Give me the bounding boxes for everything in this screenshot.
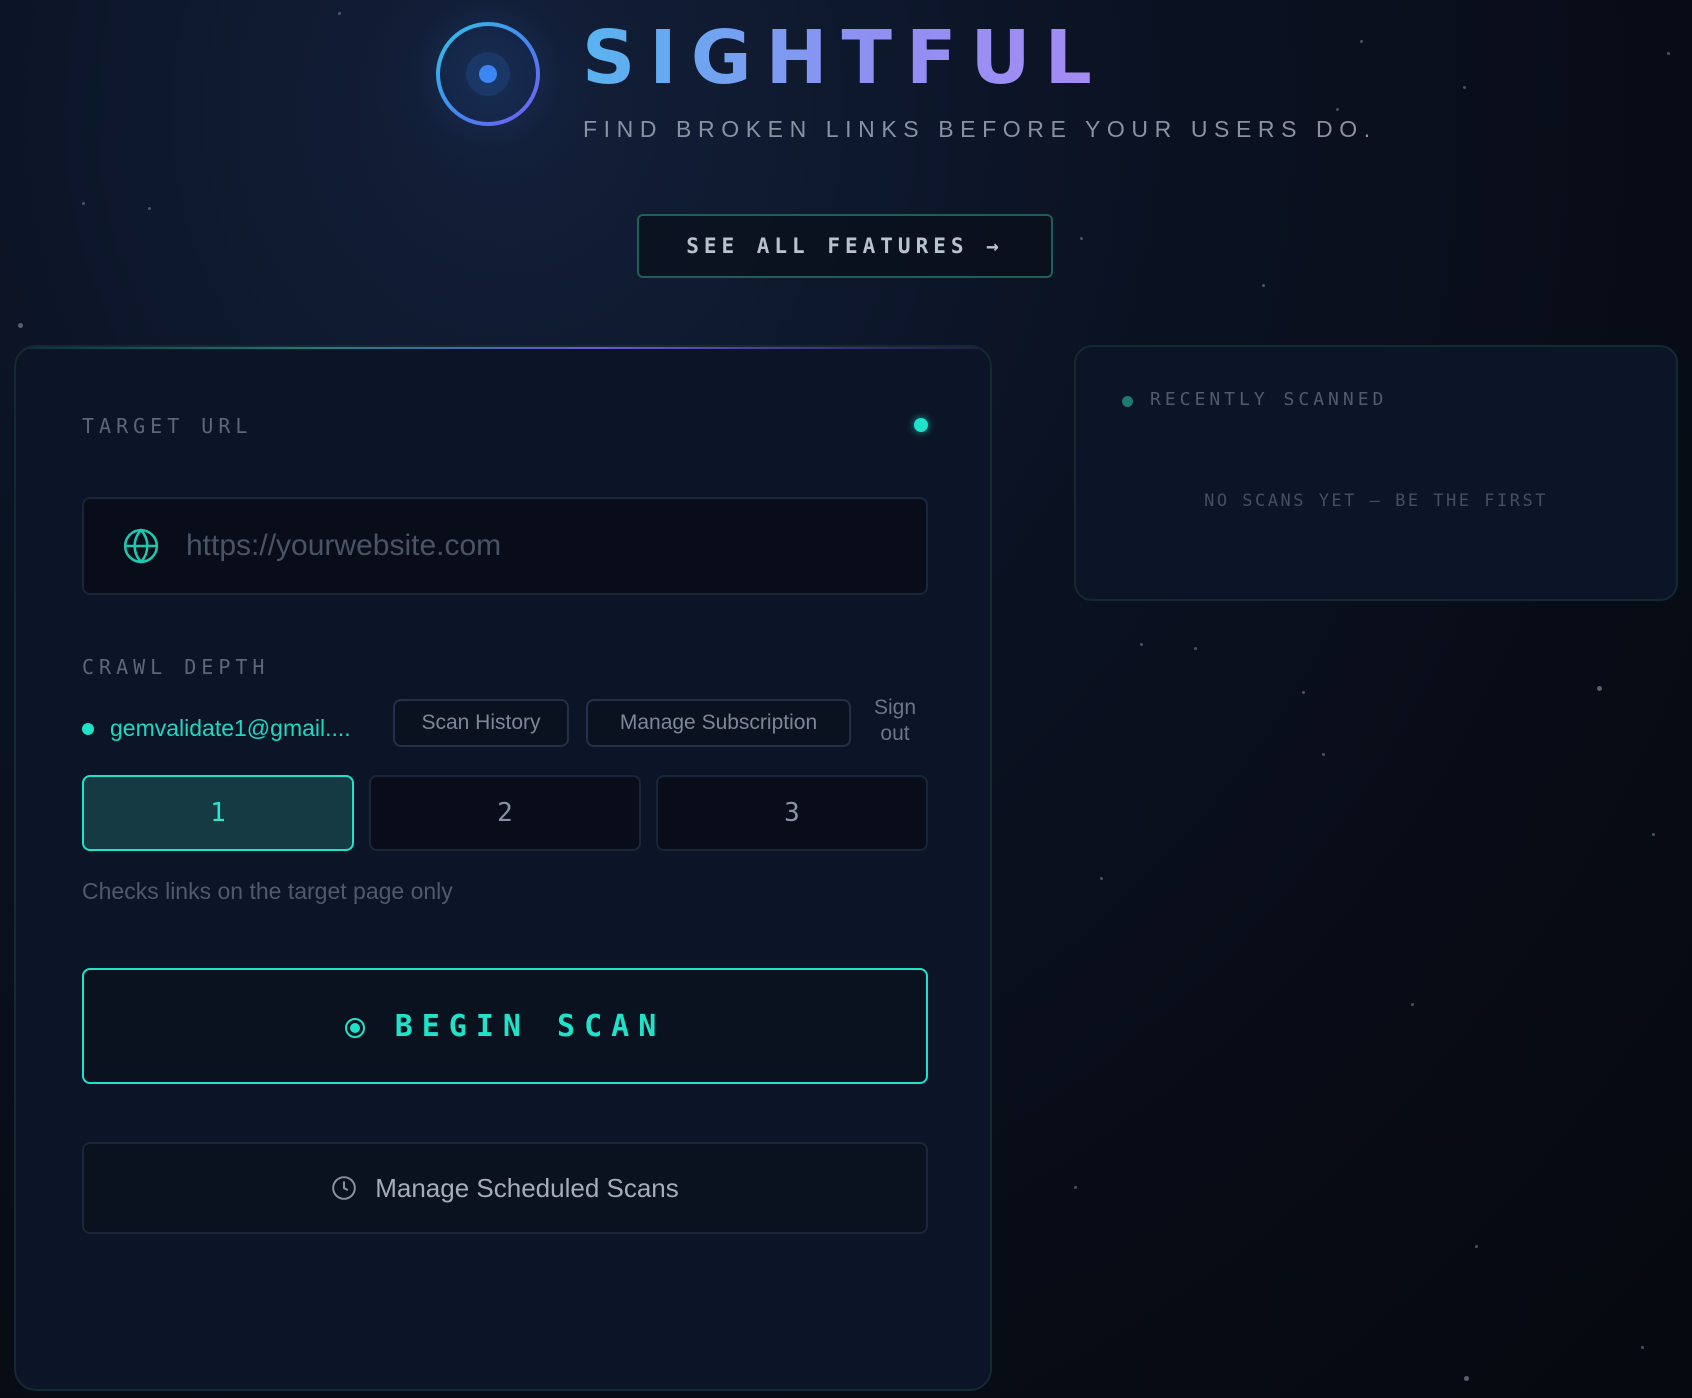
- manage-scheduled-scans-label: Manage Scheduled Scans: [375, 1172, 679, 1203]
- target-url-label: TARGET URL: [82, 414, 253, 438]
- depth-option-2[interactable]: 2: [369, 775, 641, 851]
- url-input-wrapper[interactable]: [82, 497, 928, 595]
- begin-scan-button[interactable]: BEGIN SCAN: [82, 968, 928, 1084]
- app-title: SIGHTFUL: [582, 8, 1106, 108]
- manage-scheduled-scans-button[interactable]: Manage Scheduled Scans: [82, 1142, 928, 1234]
- depth-hint: Checks links on the target page only: [82, 878, 453, 904]
- begin-scan-label: BEGIN SCAN: [394, 1008, 666, 1044]
- globe-icon: [123, 528, 159, 564]
- target-dot-icon: [344, 1018, 365, 1038]
- see-all-features-button[interactable]: SEE ALL FEATURES →: [637, 214, 1053, 278]
- scan-history-button[interactable]: Scan History: [393, 699, 569, 747]
- recent-empty-state: NO SCANS YET — BE THE FIRST: [1204, 491, 1548, 511]
- user-online-indicator: [82, 723, 94, 735]
- recently-scanned-panel: RECENTLY SCANNED NO SCANS YET — BE THE F…: [1074, 345, 1678, 601]
- depth-option-1[interactable]: 1: [82, 775, 354, 851]
- crosshair-icon: [436, 22, 540, 126]
- logo: [370, 0, 606, 192]
- depth-option-3[interactable]: 3: [656, 775, 928, 851]
- user-email: gemvalidate1@gmail....: [110, 715, 351, 741]
- crawl-depth-selector: 1 2 3: [82, 775, 928, 851]
- recently-scanned-title: RECENTLY SCANNED: [1150, 389, 1388, 410]
- recent-indicator: [1122, 396, 1133, 407]
- scan-panel: TARGET URL CRAWL DEPTH gemvalidate1@gmai…: [14, 345, 992, 1391]
- status-indicator: [914, 418, 928, 432]
- tagline: FIND BROKEN LINKS BEFORE YOUR USERS DO.: [583, 116, 1377, 142]
- url-input[interactable]: [184, 528, 926, 564]
- sign-out-link[interactable]: Sign out: [865, 695, 925, 747]
- crawl-depth-label: CRAWL DEPTH: [82, 655, 270, 679]
- clock-icon: [332, 1176, 357, 1200]
- manage-subscription-button[interactable]: Manage Subscription: [586, 699, 851, 747]
- user-bar: gemvalidate1@gmail.... Scan History Mana…: [82, 696, 928, 763]
